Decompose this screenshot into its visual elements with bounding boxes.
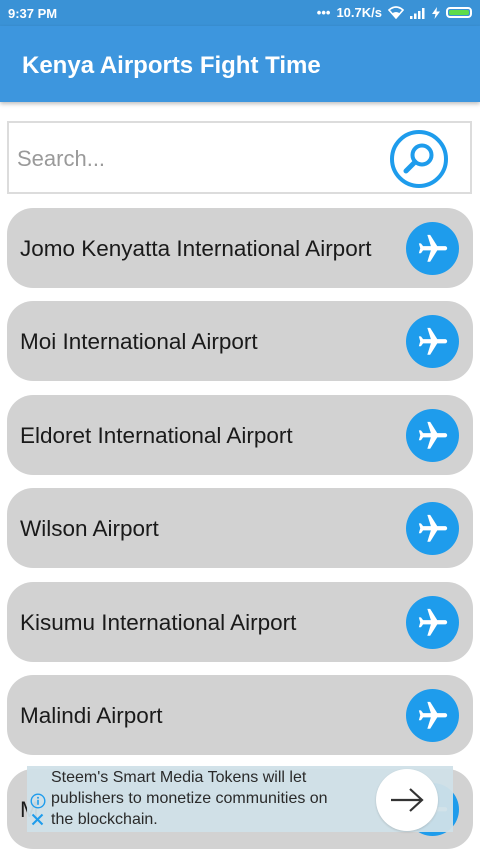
ad-arrow-button[interactable] xyxy=(376,769,438,831)
list-item[interactable]: Jomo Kenyatta International Airport xyxy=(7,208,473,288)
wifi-icon xyxy=(388,6,404,19)
ad-banner[interactable]: Steem's Smart Media Tokens will let publ… xyxy=(27,766,453,832)
airplane-icon xyxy=(418,327,447,355)
plane-button[interactable] xyxy=(406,596,459,649)
airport-name: Wilson Airport xyxy=(20,516,159,541)
plane-button[interactable] xyxy=(406,689,459,742)
list-item[interactable]: Wilson Airport xyxy=(7,488,473,568)
airport-name: Eldoret International Airport xyxy=(20,423,293,448)
airport-name: Jomo Kenyatta International Airport xyxy=(20,236,372,261)
search-input[interactable] xyxy=(15,139,379,179)
ad-line: publishers to monetize communities on xyxy=(51,790,328,807)
airplane-icon xyxy=(418,234,447,262)
charging-icon xyxy=(432,6,440,19)
airplane-icon xyxy=(418,421,447,449)
ad-line: the blockchain. xyxy=(51,811,158,828)
ad-close-icon[interactable] xyxy=(30,812,45,827)
airport-name: Moi International Airport xyxy=(20,329,258,354)
airplane-icon xyxy=(418,514,447,542)
search-button[interactable] xyxy=(388,128,450,190)
airport-name: Kisumu International Airport xyxy=(20,610,297,635)
plane-button[interactable] xyxy=(406,502,459,555)
airplane-icon xyxy=(418,608,447,636)
plane-button[interactable] xyxy=(406,315,459,368)
status-indicators: ••• 10.7K/s xyxy=(317,5,472,20)
signal-icon xyxy=(410,7,425,19)
more-dots-icon: ••• xyxy=(316,5,331,20)
list-item[interactable]: Kisumu International Airport xyxy=(7,582,473,662)
network-speed: 10.7K/s xyxy=(336,5,382,20)
battery-icon xyxy=(446,7,472,18)
app-bar: Kenya Airports Fight Time xyxy=(0,26,480,102)
airplane-icon xyxy=(418,701,447,729)
ad-line: Steem's Smart Media Tokens will let xyxy=(51,769,307,786)
status-time: 9:37 PM xyxy=(8,6,58,21)
status-bar: 9:37 PM ••• 10.7K/s xyxy=(0,0,480,26)
ad-info-icon[interactable] xyxy=(30,793,46,809)
search-icon xyxy=(390,130,448,188)
plane-button[interactable] xyxy=(406,409,459,462)
ad-text: Steem's Smart Media Tokens will let publ… xyxy=(51,767,371,830)
app-title: Kenya Airports Fight Time xyxy=(22,52,321,79)
list-item[interactable]: Moi International Airport xyxy=(7,301,473,381)
list-item[interactable]: Eldoret International Airport xyxy=(7,395,473,475)
plane-button[interactable] xyxy=(406,222,459,275)
search-box xyxy=(7,121,472,194)
arrow-right-icon xyxy=(391,788,424,812)
airport-name: Malindi Airport xyxy=(20,703,163,728)
list-item[interactable]: Malindi Airport xyxy=(7,675,473,755)
